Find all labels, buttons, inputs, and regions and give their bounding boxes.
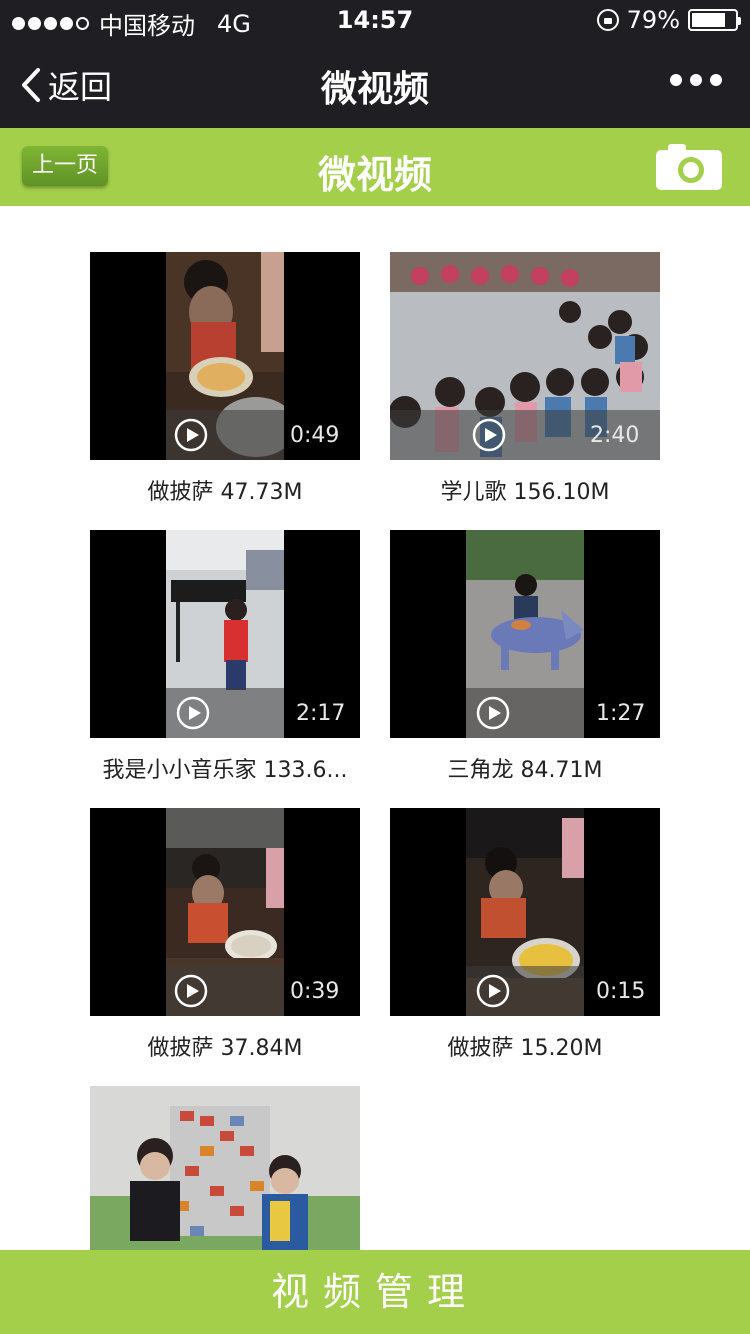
battery-percent: 79% [626,6,680,34]
battery-group: 79% [596,6,741,34]
video-thumbnail[interactable]: 2:17 [90,530,360,738]
video-thumbnail[interactable]: 0:15 [390,808,660,1016]
nav-title: 微视频 [320,69,429,110]
video-duration: 0:15 [596,979,646,1004]
more-icon[interactable] [670,74,722,86]
video-caption: 学儿歌 156.10M [440,480,610,505]
video-duration: 1:27 [596,701,646,726]
play-icon[interactable] [174,418,208,452]
video-manage-button[interactable]: 视频管理 [0,1250,750,1334]
play-icon[interactable] [472,418,506,452]
video-caption: 我是小小音乐家 133.6... [102,758,348,783]
play-icon[interactable] [476,974,510,1008]
play-icon[interactable] [174,974,208,1008]
video-thumbnail[interactable]: 2:40 [390,252,660,460]
play-icon[interactable] [176,696,210,730]
video-thumbnail[interactable]: 0:39 [90,808,360,1016]
video-duration: 0:39 [290,979,340,1004]
status-bar: 中国移动 4G 14:57 79% [0,0,750,40]
camera-icon[interactable] [654,142,724,192]
video-duration: 0:49 [290,423,340,448]
page-title: 微视频 [317,153,432,197]
video-caption: 做披萨 47.73M [147,480,303,505]
video-caption: 三角龙 84.71M [447,758,603,783]
page-header: 上一页 微视频 [0,128,750,206]
play-icon[interactable] [476,696,510,730]
nav-bar: 返回 微视频 [0,40,750,128]
battery-icon [688,9,741,31]
video-thumbnail[interactable]: 1:27 [390,530,660,738]
video-duration: 2:40 [590,423,640,448]
rotation-lock-icon [596,9,619,31]
video-thumbnail[interactable]: 0:49 [90,252,360,460]
video-caption: 做披萨 37.84M [147,1036,303,1061]
video-caption: 做披萨 15.20M [447,1036,603,1061]
battery-fill [692,13,725,27]
video-duration: 2:17 [296,701,346,726]
